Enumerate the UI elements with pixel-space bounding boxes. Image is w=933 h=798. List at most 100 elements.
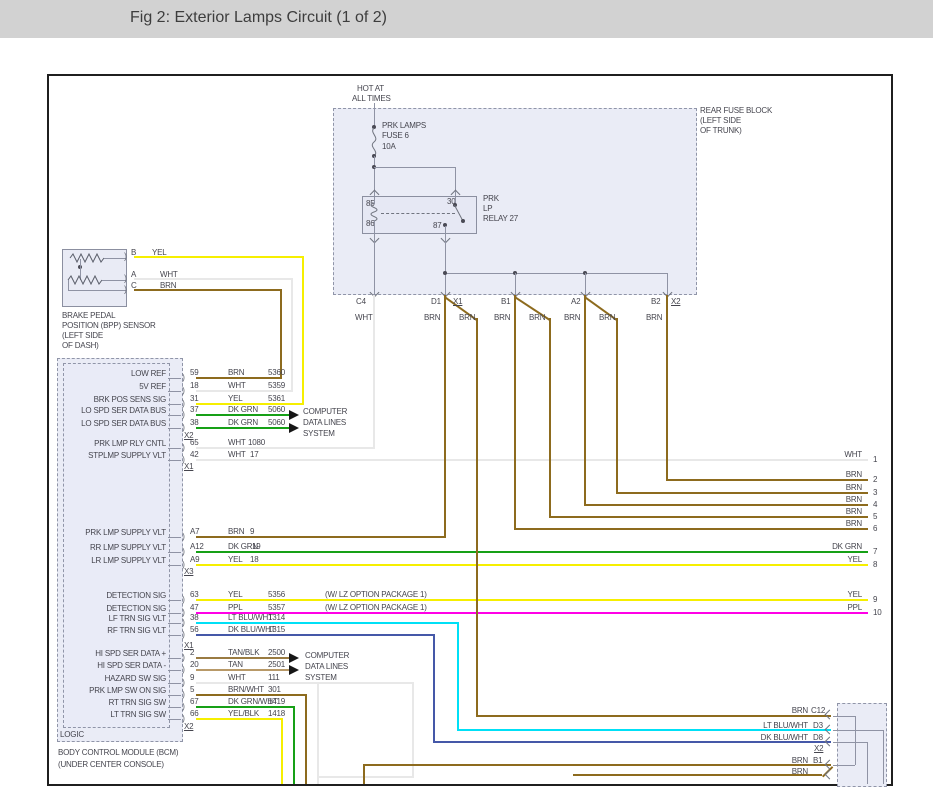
bcm-pin-arc-8: ) [182, 547, 185, 556]
bcm-pin-name-4: LO SPD SER DATA BUS [60, 419, 166, 429]
wire-a2-v [584, 295, 586, 506]
fuse-connector-C4-0: C4 [356, 297, 366, 307]
bcm-connector-label-1: X1 [184, 462, 193, 472]
fuse-block-name-2: (LEFT SIDE [700, 116, 741, 126]
right-row-color-0: WHT [795, 450, 862, 460]
right-row-color-9: PPL [795, 603, 862, 613]
bcm-pin-name-17: PRK LMP SW ON SIG [60, 686, 166, 696]
bcm-pin-circuit-6: 17 [250, 450, 259, 460]
bcm-pin-stub-7 [168, 537, 181, 538]
data-lines-arrow-1 [289, 410, 299, 420]
bcm-pin-stub-12 [168, 623, 181, 624]
bcm-pin-circuit-11: 5357 [268, 603, 285, 613]
bcm-pin-arc-16: ) [182, 678, 185, 687]
bcm-pin-name-18: RT TRN SIG SW [60, 698, 166, 708]
bcm-pin-note-11: (W/ LZ OPTION PACKAGE 1) [325, 603, 427, 613]
wire-d1-v [444, 295, 446, 538]
wire-lrlmp-row8 [196, 564, 868, 566]
bcm-pin-arc-14: ) [182, 653, 185, 662]
c12-pin: C12 [811, 706, 825, 716]
wire-branch [374, 167, 456, 168]
bcm-pin-circuit-5: 1080 [248, 438, 265, 448]
bcm-pin-arc-1: ) [182, 386, 185, 395]
data-lines-arrow-2 [289, 423, 299, 433]
bcm-pin-stub-8 [168, 552, 181, 553]
bcm-pin-number-9: A9 [190, 555, 199, 565]
bcm-pin-name-10: DETECTION SIG [60, 591, 166, 601]
bcm-pin-arc-0: ) [182, 373, 185, 382]
bcm-pin-color-11: PPL [228, 603, 243, 613]
right-row-number-8: 9 [873, 595, 877, 605]
fuse-block-name-3: OF TRUNK) [700, 126, 742, 136]
b1-wire-color: BRN [740, 756, 808, 766]
b1b-wire-color: BRN [740, 767, 808, 777]
bcm-pin-stub-1 [168, 391, 181, 392]
bcm-pin-name-7: PRK LMP SUPPLY VLT [60, 528, 166, 538]
wire-86-to-c4 [374, 234, 375, 295]
bcm-pin-circuit-12: 1314 [268, 613, 285, 623]
bcm-pin-name-9: LR LMP SUPPLY VLT [60, 556, 166, 566]
bcm-pin-name-13: RF TRN SIG VLT [60, 626, 166, 636]
bpp-name-3: (LEFT SIDE [62, 331, 103, 341]
fuse-wire-label-3: BRN [494, 313, 510, 323]
bcm-pin-arc-12: ) [182, 618, 185, 627]
bcm-pin-number-2: 31 [190, 394, 199, 404]
fuse-wire-label-7: BRN [646, 313, 662, 323]
data-lines-arrow-3 [289, 653, 299, 663]
right-row-color-1: BRN [795, 470, 862, 480]
bcm-pin-number-11: 47 [190, 603, 199, 613]
all-times-label: ALL TIMES [352, 94, 391, 104]
page-title: Fig 2: Exterior Lamps Circuit (1 of 2) [130, 9, 387, 27]
bcm-connector-label-4: X2 [184, 722, 193, 732]
wire-rlycntl-h [196, 447, 375, 449]
wire-hazard-b [317, 776, 414, 778]
bcm-pin-circuit-19: 1418 [268, 709, 285, 719]
bcm-pin-stub-10 [168, 600, 181, 601]
bcm-pin-name-3: LO SPD SER DATA BUS [60, 406, 166, 416]
c12-wire-color: BRN [740, 706, 808, 716]
bcm-pin-stub-6 [168, 460, 181, 461]
wire-brn-bpp-v [280, 289, 282, 379]
bcm-pin-arc-11: ) [182, 608, 185, 617]
bcm-logic-label: LOGIC [60, 730, 84, 740]
conn-stub-c12 [833, 716, 855, 717]
bcm-pin-stub-15 [168, 670, 181, 671]
bcm-pin-number-1: 18 [190, 381, 199, 391]
data-lines-arrow-4 [289, 665, 299, 675]
bcm-pin-arc-13: ) [182, 630, 185, 639]
bcm-pin-number-10: 63 [190, 590, 199, 600]
bcm-pin-stub-9 [168, 565, 181, 566]
bpp-resistor-2 [68, 275, 102, 285]
right-row-number-3: 4 [873, 500, 877, 510]
relay-name-3: RELAY 27 [483, 214, 518, 224]
fuse-label-3: 10A [382, 142, 396, 152]
bcm-pin-stub-5 [168, 448, 181, 449]
bcm-pin-number-4: 38 [190, 418, 199, 428]
bcm-pin-number-6: 42 [190, 450, 199, 460]
wire-yel-bpp-h [134, 256, 304, 258]
right-row-color-2: BRN [795, 483, 862, 493]
b1-pin: B1 [813, 756, 822, 766]
bcm-pin-color-7: BRN [228, 527, 244, 537]
conn-drop-d3 [883, 730, 884, 784]
wire-lftrn-v [457, 622, 459, 730]
right-row-number-1: 2 [873, 475, 877, 485]
fuse-wire-label-6: BRN [599, 313, 615, 323]
bcm-pin-name-0: LOW REF [60, 369, 166, 379]
bcm-pin-stub-3 [168, 415, 181, 416]
bcm-pin-stub-13 [168, 635, 181, 636]
bcm-pin-color-5: WHT [228, 438, 246, 448]
bcm-pin-color-16: WHT [228, 673, 246, 683]
fuse-connector-A2-4: A2 [571, 297, 580, 307]
right-row-number-7: 8 [873, 560, 877, 570]
bcm-pin-color-15: TAN [228, 660, 243, 670]
bcm-pin-circuit-4: 5060 [268, 418, 285, 428]
d3-wire-color: LT BLU/WHT [740, 721, 808, 731]
right-row-number-2: 3 [873, 488, 877, 498]
wire-b1-v [514, 295, 516, 530]
bcm-pin-circuit-8: 19 [252, 542, 261, 552]
fuse-label-1: PRK LAMPS [382, 121, 426, 131]
fuse-connector-X1-2: X1 [453, 297, 462, 307]
relay-dashed-link [381, 213, 455, 214]
bcm-pin-stub-4 [168, 428, 181, 429]
